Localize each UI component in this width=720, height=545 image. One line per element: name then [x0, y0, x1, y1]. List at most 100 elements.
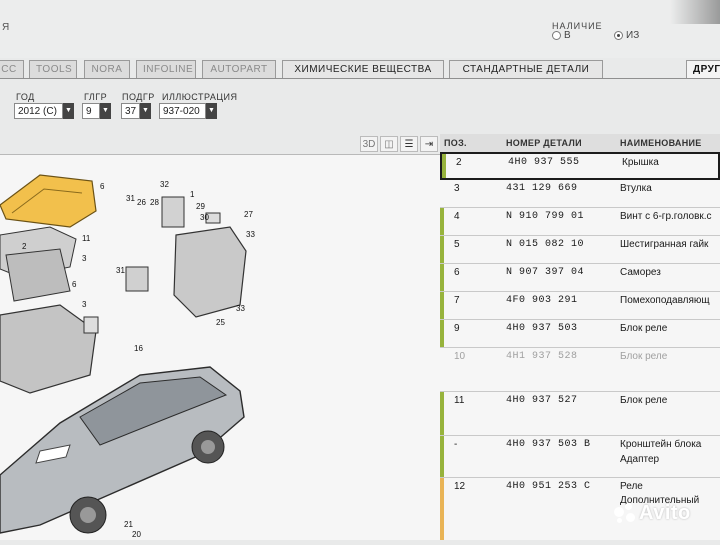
- relay-part: [161, 196, 185, 228]
- radio-circle-icon: [552, 31, 561, 40]
- radio-circle-selected-icon: [614, 31, 623, 40]
- callout-3: 3: [82, 254, 87, 263]
- row-name: Блок реле: [620, 351, 668, 362]
- callout-33: 33: [246, 230, 255, 239]
- header-shadow: [670, 0, 720, 24]
- tab-cc[interactable]: CC: [0, 60, 24, 78]
- diagram-illustration: 6 32 1 31 26 28 29 30 27 11 31 33 33 3 6…: [0, 174, 255, 539]
- row-marker: [442, 154, 446, 178]
- radio-availability-in[interactable]: В: [552, 30, 571, 41]
- avito-watermark: Avito: [614, 502, 691, 525]
- radio-in-label: В: [564, 30, 571, 41]
- tab-autopart[interactable]: AUTOPART: [202, 60, 276, 78]
- row-part-number: 4F0 903 291: [506, 295, 578, 306]
- row-pos: 5: [454, 239, 460, 250]
- row-name: Втулка: [620, 183, 652, 194]
- row-name: Блок реле: [620, 395, 668, 406]
- header-pos[interactable]: ПОЗ.: [444, 138, 467, 148]
- year-label: ГОД: [16, 92, 35, 102]
- table-row[interactable]: 10 4H1 937 528 Блок реле: [440, 348, 720, 392]
- table-row[interactable]: - 4H0 937 503 B Кронштейн блока Адаптер: [440, 436, 720, 478]
- callout-29: 29: [196, 202, 205, 211]
- callout-21: 21: [124, 520, 133, 529]
- bushing-part: [83, 316, 99, 334]
- callout-31b: 31: [116, 266, 125, 275]
- row-marker: [440, 264, 444, 291]
- tab-bar: CC TOOLS NORA INFOLINE AUTOPART ХИМИЧЕСК…: [0, 60, 720, 80]
- callout-30: 30: [200, 213, 209, 222]
- table-row[interactable]: 7 4F0 903 291 Помехоподавляющ: [440, 292, 720, 320]
- expand-arrows-icon[interactable]: ⇥: [420, 136, 438, 152]
- callout-25: 25: [216, 318, 225, 327]
- table-row[interactable]: 4 N 910 799 01 Винт с 6-гр.головк.с: [440, 208, 720, 236]
- parts-diagram[interactable]: 6 32 1 31 26 28 29 30 27 11 31 33 33 3 6…: [0, 155, 440, 540]
- tab-infoline[interactable]: INFOLINE: [136, 60, 196, 78]
- callout-20: 20: [132, 530, 141, 539]
- row-marker: [440, 208, 444, 235]
- callout-6b: 6: [72, 280, 77, 289]
- row-name: Крышка: [622, 157, 659, 168]
- tab-other[interactable]: ДРУГ: [686, 60, 720, 78]
- tab-chemicals[interactable]: ХИМИЧЕСКИЕ ВЕЩЕСТВА: [282, 60, 444, 78]
- row-pos: 6: [454, 267, 460, 278]
- callout-28: 28: [150, 198, 159, 207]
- table-row[interactable]: 2 4H0 937 555 Крышка: [440, 152, 720, 180]
- table-row[interactable]: 11 4H0 937 527 Блок реле: [440, 392, 720, 436]
- view-3d-button[interactable]: 3D: [360, 136, 378, 152]
- table-row[interactable]: 9 4H0 937 503 Блок реле: [440, 320, 720, 348]
- row-part-number: 4H0 951 253 C: [506, 481, 591, 492]
- row-name: Блок реле: [620, 323, 668, 334]
- row-part-number: 4H0 937 503: [506, 323, 578, 334]
- callout-31: 31: [126, 194, 135, 203]
- parts-table-header: ПОЗ. НОМЕР ДЕТАЛИ НАИМЕНОВАНИЕ: [440, 134, 720, 153]
- tab-underline: [0, 78, 720, 79]
- table-row[interactable]: 3 431 129 669 Втулка: [440, 180, 720, 208]
- chevron-down-icon[interactable]: ▼: [63, 103, 74, 119]
- avito-text: Avito: [639, 502, 691, 524]
- header-name[interactable]: НАИМЕНОВАНИЕ: [620, 138, 702, 148]
- row-marker: [440, 392, 444, 435]
- row-marker: [440, 236, 444, 263]
- row-marker: [440, 478, 444, 540]
- chevron-down-icon[interactable]: ▼: [100, 103, 111, 119]
- list-icon[interactable]: ☰: [400, 136, 418, 152]
- diagram-toolbar: 3D ◫ ☰ ⇥: [0, 134, 440, 155]
- illustration-label: ИЛЛЮСТРАЦИЯ: [162, 92, 238, 102]
- table-row[interactable]: 6 N 907 397 04 Саморез: [440, 264, 720, 292]
- illustration-select[interactable]: 937-020: [159, 103, 206, 119]
- tab-tools[interactable]: TOOLS: [29, 60, 77, 78]
- main-group-select[interactable]: 9: [82, 103, 100, 119]
- callout-32: 32: [160, 180, 169, 189]
- chevron-down-icon[interactable]: ▼: [206, 103, 217, 119]
- chevron-down-icon[interactable]: ▼: [140, 103, 151, 119]
- header-part-number[interactable]: НОМЕР ДЕТАЛИ: [506, 138, 582, 148]
- row-part-number: 4H0 937 503 B: [506, 439, 591, 450]
- callout-2: 2: [22, 242, 27, 251]
- bracket-part: [125, 266, 149, 292]
- row-pos: 2: [456, 157, 462, 168]
- split-view-icon[interactable]: ◫: [380, 136, 398, 152]
- car-rear-rim: [201, 440, 215, 454]
- row-pos: 9: [454, 323, 460, 334]
- housing-part: [0, 304, 97, 394]
- callout-27: 27: [244, 210, 253, 219]
- radio-availability-out[interactable]: ИЗ: [614, 30, 639, 41]
- avito-logo-icon: [614, 502, 636, 525]
- callout-26: 26: [137, 198, 146, 207]
- year-select[interactable]: 2012 (С): [14, 103, 63, 119]
- sub-group-select[interactable]: 37: [121, 103, 140, 119]
- row-part-number: N 907 397 04: [506, 267, 585, 278]
- cover-part: [0, 174, 97, 228]
- table-row[interactable]: 5 N 015 082 10 Шестигранная гайк: [440, 236, 720, 264]
- tab-nora[interactable]: NORA: [84, 60, 130, 78]
- callout-33b: 33: [236, 304, 245, 313]
- row-name-secondary: Адаптер: [620, 454, 660, 465]
- row-pos: 4: [454, 211, 460, 222]
- tab-standard-parts[interactable]: СТАНДАРТНЫЕ ДЕТАЛИ: [449, 60, 603, 78]
- row-pos: 12: [454, 481, 466, 492]
- row-part-number: 4H0 937 527: [506, 395, 578, 406]
- row-marker: [440, 320, 444, 347]
- corner-letter: Я: [2, 22, 10, 33]
- row-name: Винт с 6-гр.головк.с: [620, 211, 712, 222]
- row-name: Саморез: [620, 267, 661, 278]
